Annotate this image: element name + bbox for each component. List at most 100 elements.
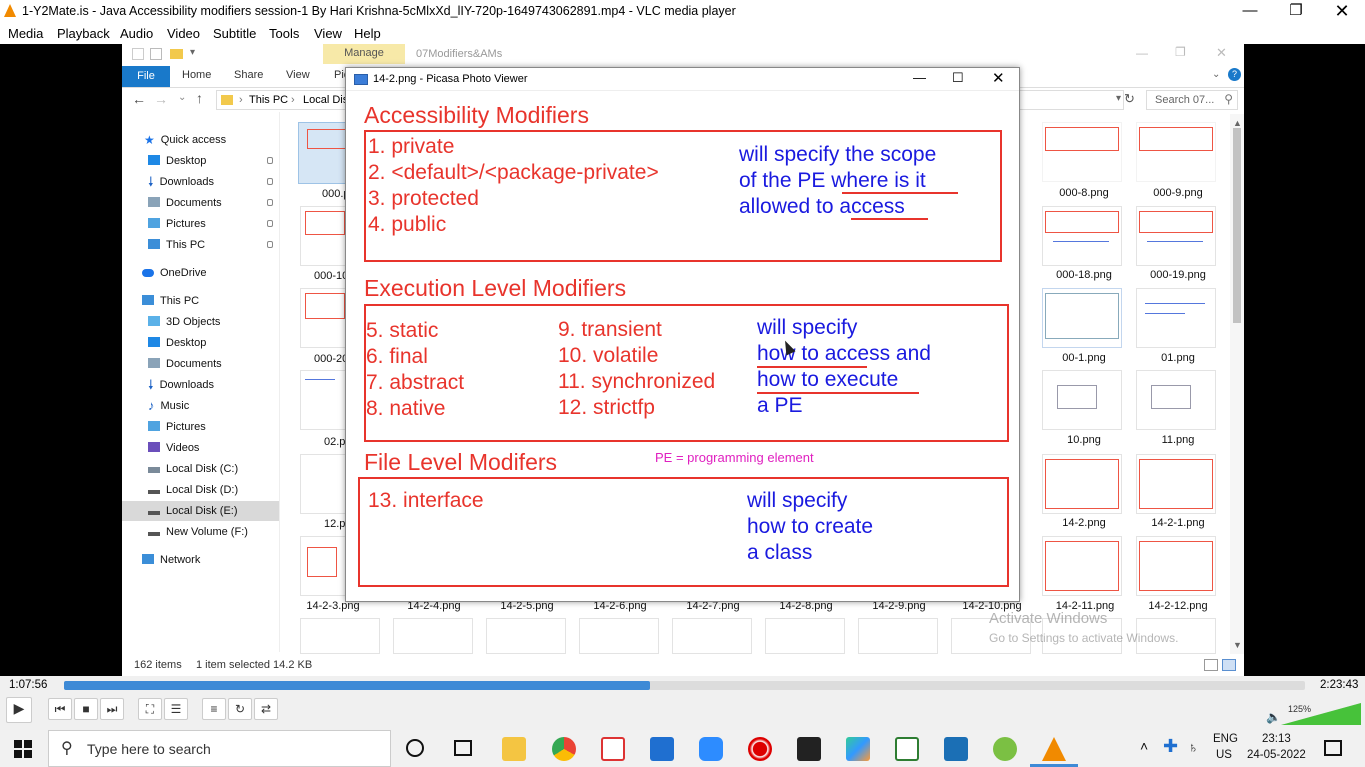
thumbnail[interactable] <box>393 618 473 654</box>
menu-view[interactable]: View <box>314 26 342 41</box>
file-label[interactable]: 10.png <box>1034 434 1134 446</box>
nav-pictures[interactable]: Pictures <box>122 214 279 234</box>
file-label[interactable]: 14-2-1.png <box>1128 517 1228 529</box>
vlc-taskbar-icon[interactable] <box>1042 737 1066 761</box>
nav-pc-desktop[interactable]: Desktop <box>122 333 279 353</box>
share-tab[interactable]: Share <box>234 69 263 81</box>
stop-button[interactable]: ■ <box>74 698 98 720</box>
menu-audio[interactable]: Audio <box>120 26 153 41</box>
forward-icon[interactable]: → <box>154 91 168 107</box>
nav-drive-c[interactable]: Local Disk (C:) <box>122 459 279 479</box>
region-code[interactable]: US <box>1216 749 1232 761</box>
large-icons-view-icon[interactable] <box>1222 659 1236 671</box>
nav-network[interactable]: Network <box>122 550 279 570</box>
thumbnail[interactable] <box>1042 206 1122 266</box>
home-tab[interactable]: Home <box>182 69 211 81</box>
view-tab[interactable]: View <box>286 69 310 81</box>
thumbnail[interactable] <box>1042 122 1122 182</box>
clock-time[interactable]: 23:13 <box>1262 733 1291 745</box>
scroll-up-icon[interactable]: ▲ <box>1233 118 1242 128</box>
thumbnail[interactable] <box>1136 370 1216 430</box>
cortana-icon[interactable] <box>406 739 424 757</box>
scrollbar[interactable]: ▲ ▼ <box>1230 114 1244 654</box>
maximize-button[interactable]: ❐ <box>1273 0 1319 23</box>
shuffle-button[interactable]: ⇄ <box>254 698 278 720</box>
thumbnail[interactable] <box>1136 122 1216 182</box>
tray-plus-icon[interactable]: ✚ <box>1163 736 1178 757</box>
thumbnail[interactable] <box>579 618 659 654</box>
green-app-icon[interactable] <box>993 737 1017 761</box>
minimize-button[interactable]: — <box>1227 0 1273 23</box>
help-icon[interactable]: ? <box>1228 68 1241 81</box>
nav-drive-d[interactable]: Local Disk (D:) <box>122 480 279 500</box>
file-tab[interactable]: File <box>122 66 170 87</box>
menu-media[interactable]: Media <box>8 26 43 41</box>
breadcrumb-local-disk[interactable]: Local Dis <box>303 94 348 106</box>
extended-settings-button[interactable]: ☰ <box>164 698 188 720</box>
nav-pc-pictures[interactable]: Pictures <box>122 417 279 437</box>
address-box-end[interactable]: ▾ <box>1002 90 1124 110</box>
file-label[interactable]: 00-1.png <box>1034 352 1134 364</box>
file-label[interactable]: 11.png <box>1128 434 1228 446</box>
close-button[interactable]: ✕ <box>1319 0 1365 23</box>
file-label[interactable]: 01.png <box>1128 352 1228 364</box>
ribbon-expand-icon[interactable]: ⌄ <box>1212 69 1220 80</box>
fullscreen-button[interactable]: ⛶ <box>138 698 162 720</box>
nav-desktop[interactable]: Desktop <box>122 151 279 171</box>
notification-icon[interactable] <box>1324 740 1342 756</box>
paint-icon[interactable] <box>846 737 870 761</box>
nav-pc-documents[interactable]: Documents <box>122 354 279 374</box>
picasa-minimize-button[interactable]: — <box>913 70 926 85</box>
file-label[interactable]: 000-18.png <box>1034 269 1134 281</box>
thumbnail[interactable] <box>1042 288 1122 348</box>
checkbox-icon[interactable] <box>150 48 162 60</box>
thumbnail[interactable] <box>1136 536 1216 596</box>
thumbnail[interactable] <box>858 618 938 654</box>
windows-start-icon[interactable] <box>14 740 32 758</box>
manage-tab[interactable]: Manage <box>323 44 405 64</box>
explorer-maximize-button[interactable]: ❐ <box>1175 45 1186 59</box>
picasa-close-button[interactable]: ✕ <box>992 69 1005 87</box>
tray-chevron-icon[interactable]: ˄ <box>1140 738 1148 754</box>
scroll-down-icon[interactable]: ▼ <box>1233 640 1242 650</box>
nav-drive-f[interactable]: New Volume (F:) <box>122 522 279 542</box>
explorer-close-button[interactable]: ✕ <box>1216 45 1227 61</box>
nav-pc-downloads[interactable]: 🠗 Downloads <box>122 375 279 395</box>
scrollbar-thumb[interactable] <box>1233 128 1241 323</box>
nav-drive-e[interactable]: Local Disk (E:) <box>122 501 279 521</box>
previous-button[interactable]: ⏮ <box>48 698 72 720</box>
nav-onedrive[interactable]: OneDrive <box>122 263 279 283</box>
recent-icon[interactable]: ⌄ <box>178 92 186 103</box>
store-icon[interactable] <box>650 737 674 761</box>
seek-bar[interactable] <box>64 681 1305 690</box>
qat-dropdown-icon[interactable]: ▾ <box>190 47 195 58</box>
file-label[interactable]: 14-2-12.png <box>1128 600 1228 612</box>
speaker-icon[interactable]: 🔈 <box>1266 710 1281 724</box>
file-label[interactable]: 14-2.png <box>1034 517 1134 529</box>
play-button[interactable]: ▶ <box>6 697 32 723</box>
menu-help[interactable]: Help <box>354 26 381 41</box>
thumbnail[interactable] <box>1042 454 1122 514</box>
chart-app-icon[interactable] <box>895 737 919 761</box>
snipping-tool-icon[interactable] <box>601 737 625 761</box>
nav-documents[interactable]: Documents <box>122 193 279 213</box>
thumbnail[interactable] <box>1136 206 1216 266</box>
clock-date[interactable]: 24-05-2022 <box>1247 749 1306 761</box>
refresh-icon[interactable]: ↻ <box>1124 91 1135 107</box>
menu-playback[interactable]: Playback <box>57 26 110 41</box>
search-box[interactable]: Search 07... ⚲ <box>1146 90 1238 110</box>
menu-subtitle[interactable]: Subtitle <box>213 26 256 41</box>
file-label[interactable]: 000-19.png <box>1128 269 1228 281</box>
next-button[interactable]: ⏭ <box>100 698 124 720</box>
thumbnail[interactable] <box>1042 370 1122 430</box>
sticky-notes-icon[interactable] <box>797 737 821 761</box>
taskbar-search-box[interactable]: ⚲ Type here to search <box>48 730 391 767</box>
breadcrumb-this-pc[interactable]: This PC <box>249 94 288 106</box>
task-view-icon[interactable] <box>454 740 472 756</box>
menu-tools[interactable]: Tools <box>269 26 299 41</box>
file-explorer-icon[interactable] <box>502 737 526 761</box>
address-dropdown-icon[interactable]: ▾ <box>1116 93 1121 104</box>
nav-this-pc[interactable]: This PC <box>122 291 279 311</box>
thumbnail[interactable] <box>1136 454 1216 514</box>
quick-save-icon[interactable] <box>132 48 144 60</box>
